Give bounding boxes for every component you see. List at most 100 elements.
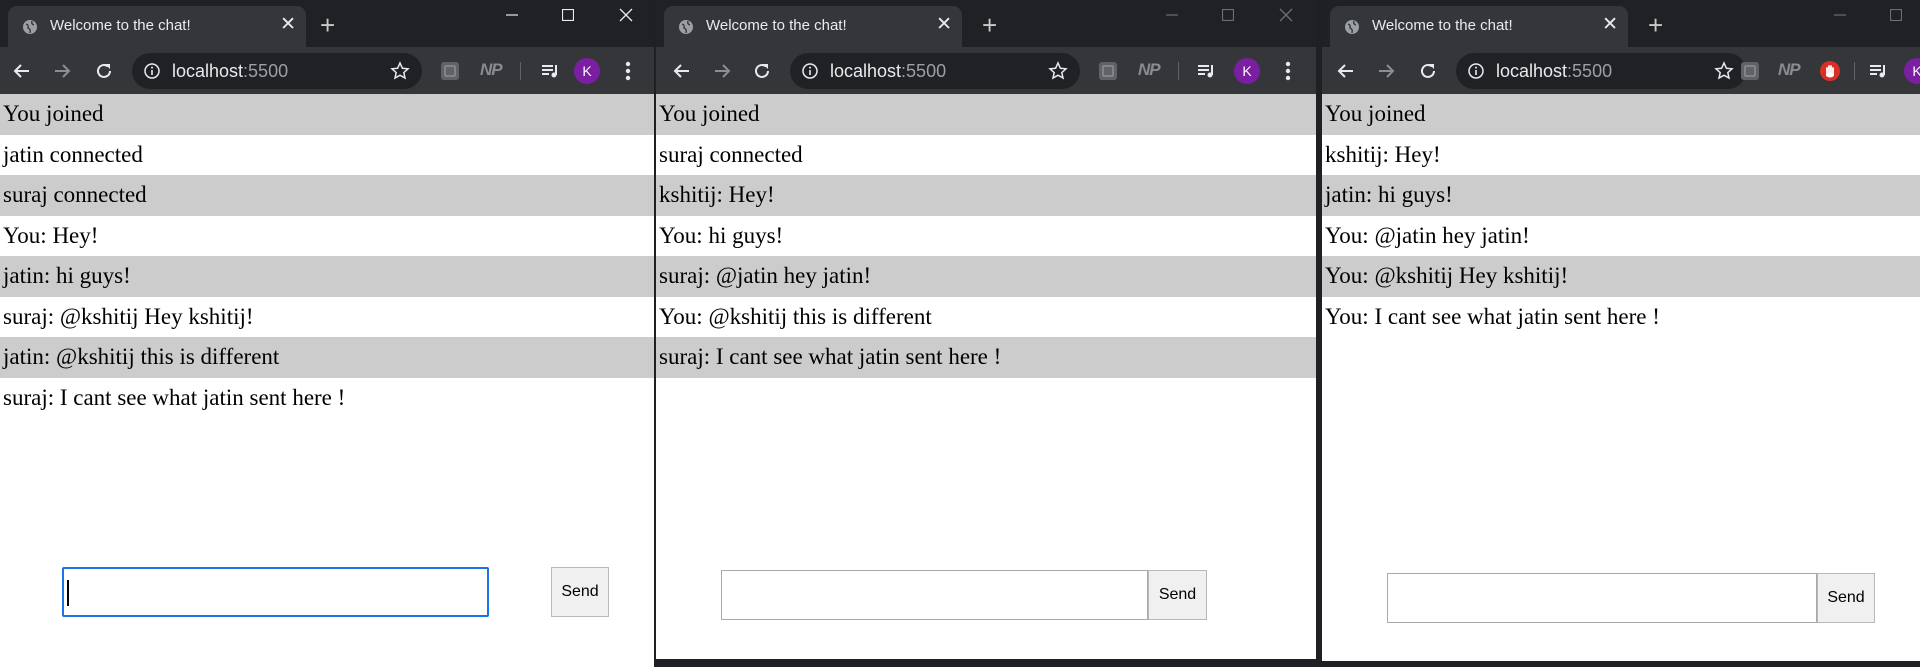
maximize-icon[interactable] [540, 0, 596, 30]
profile-avatar[interactable]: K [1904, 58, 1920, 84]
message-item: jatin connected [3, 141, 143, 167]
browser-toolbar: localhost:5500 NP K [0, 47, 654, 94]
browser-window-2: Welcome to the chat! ✕ + localhost:5500 … [656, 0, 1316, 659]
send-button[interactable]: Send [1817, 573, 1875, 623]
grey-square-extension-icon[interactable] [1096, 59, 1120, 83]
back-arrow-icon[interactable] [1334, 59, 1358, 83]
address-bar[interactable]: localhost:5500 [790, 53, 1080, 89]
toolbar-separator [520, 62, 521, 80]
tab-strip: Welcome to the chat! ✕ + [1322, 0, 1920, 47]
kebab-menu-icon[interactable] [616, 59, 640, 83]
message-item: You: I cant see what jatin sent here ! [1325, 303, 1660, 329]
back-arrow-icon[interactable] [10, 59, 34, 83]
message-item: You: @kshitij this is different [659, 303, 932, 329]
reload-icon[interactable] [750, 59, 774, 83]
address-bar[interactable]: localhost:5500 [1456, 53, 1746, 89]
np-extension-icon[interactable]: NP [1138, 60, 1161, 80]
message-list: You joined suraj connected kshitij: Hey!… [656, 94, 1316, 378]
browser-toolbar: localhost:5500 NP K [656, 47, 1316, 94]
tab-close-icon[interactable]: ✕ [280, 15, 296, 35]
browser-toolbar: localhost:5500 NP K [1322, 47, 1920, 94]
media-queue-icon[interactable] [1194, 59, 1218, 83]
media-queue-icon[interactable] [538, 59, 562, 83]
toolbar-separator [1854, 62, 1855, 80]
message-item: You: Hey! [3, 222, 99, 248]
address-bar[interactable]: localhost:5500 [132, 53, 422, 89]
tab-title: Welcome to the chat! [50, 17, 191, 34]
minimize-icon[interactable] [1812, 0, 1868, 30]
minimize-icon[interactable] [484, 0, 540, 30]
text-cursor [67, 580, 69, 606]
forward-arrow-icon[interactable] [1374, 59, 1398, 83]
message-input[interactable] [721, 570, 1148, 620]
message-item: jatin: hi guys! [0, 256, 654, 297]
message-item: You joined [1322, 94, 1920, 135]
message-item: jatin: @kshitij this is different [0, 337, 654, 378]
reload-icon[interactable] [92, 59, 116, 83]
message-item: You joined [656, 94, 1316, 135]
message-item: suraj: I cant see what jatin sent here ! [3, 384, 346, 410]
grey-square-extension-icon[interactable] [438, 59, 462, 83]
message-item: You joined [0, 94, 654, 135]
globe-favicon-icon [1345, 20, 1359, 34]
tab-title: Welcome to the chat! [1372, 17, 1513, 34]
info-icon[interactable] [1468, 63, 1484, 79]
message-item: suraj: @kshitij Hey kshitij! [3, 303, 254, 329]
forward-arrow-icon[interactable] [50, 59, 74, 83]
message-item: You: @jatin hey jatin! [1325, 222, 1530, 248]
reload-icon[interactable] [1416, 59, 1440, 83]
forward-arrow-icon[interactable] [710, 59, 734, 83]
send-button[interactable]: Send [1148, 570, 1207, 620]
new-tab-icon[interactable]: + [982, 12, 997, 38]
profile-avatar[interactable]: K [574, 58, 600, 84]
np-extension-icon[interactable]: NP [480, 60, 503, 80]
url-text: localhost:5500 [830, 61, 947, 81]
new-tab-icon[interactable]: + [1648, 12, 1663, 38]
browser-tab[interactable]: Welcome to the chat! ✕ [664, 6, 962, 47]
media-queue-icon[interactable] [1866, 59, 1890, 83]
info-icon[interactable] [144, 63, 160, 79]
close-window-icon[interactable] [1258, 0, 1314, 30]
message-list: You joined jatin connected suraj connect… [0, 94, 654, 418]
message-item: jatin: hi guys! [1322, 175, 1920, 216]
browser-window-3: Welcome to the chat! ✕ + localhost:5500 … [1322, 0, 1920, 661]
tab-close-icon[interactable]: ✕ [1602, 15, 1618, 35]
grey-square-extension-icon[interactable] [1738, 59, 1762, 83]
browser-tab[interactable]: Welcome to the chat! ✕ [8, 6, 306, 47]
red-hand-stop-icon[interactable] [1818, 59, 1842, 83]
maximize-icon[interactable] [1868, 0, 1920, 30]
new-tab-icon[interactable]: + [320, 12, 335, 38]
bookmark-star-icon[interactable] [1714, 61, 1734, 81]
kebab-menu-icon[interactable] [1276, 59, 1300, 83]
message-input[interactable] [1387, 573, 1817, 623]
globe-favicon-icon [23, 20, 37, 34]
message-item: suraj: @jatin hey jatin! [656, 256, 1316, 297]
message-item: suraj connected [659, 141, 803, 167]
back-arrow-icon[interactable] [670, 59, 694, 83]
maximize-icon[interactable] [1200, 0, 1256, 30]
message-list: You joined kshitij: Hey! jatin: hi guys!… [1322, 94, 1920, 337]
message-item: kshitij: Hey! [656, 175, 1316, 216]
url-text: localhost:5500 [172, 61, 289, 81]
bookmark-star-icon[interactable] [390, 61, 410, 81]
message-item: suraj: I cant see what jatin sent here ! [656, 337, 1316, 378]
minimize-icon[interactable] [1144, 0, 1200, 30]
np-extension-icon[interactable]: NP [1778, 60, 1801, 80]
tab-strip: Welcome to the chat! ✕ + [656, 0, 1316, 47]
browser-tab[interactable]: Welcome to the chat! ✕ [1330, 6, 1628, 47]
toolbar-separator [1178, 62, 1179, 80]
tab-title: Welcome to the chat! [706, 17, 847, 34]
close-window-icon[interactable] [598, 0, 654, 30]
message-item: You: @kshitij Hey kshitij! [1322, 256, 1920, 297]
message-item: suraj connected [0, 175, 654, 216]
url-text: localhost:5500 [1496, 61, 1613, 81]
tab-close-icon[interactable]: ✕ [936, 15, 952, 35]
bookmark-star-icon[interactable] [1048, 61, 1068, 81]
info-icon[interactable] [802, 63, 818, 79]
profile-avatar[interactable]: K [1234, 58, 1260, 84]
message-item: kshitij: Hey! [1325, 141, 1441, 167]
tab-strip: Welcome to the chat! ✕ + [0, 0, 654, 47]
message-input[interactable] [62, 567, 489, 617]
browser-window-1: Welcome to the chat! ✕ + localhost:5500 … [0, 0, 654, 667]
send-button[interactable]: Send [551, 567, 609, 617]
